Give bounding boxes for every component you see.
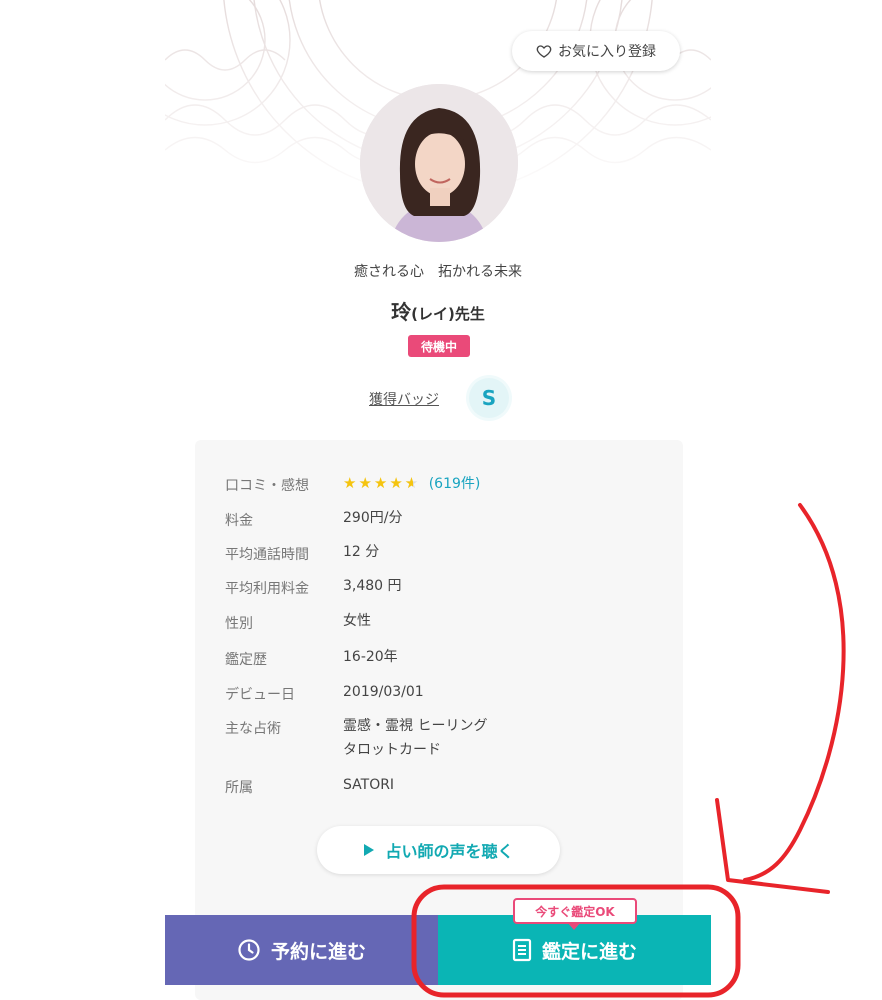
reserve-button[interactable]: 予約に進む bbox=[165, 915, 438, 985]
detail-value: SATORI bbox=[343, 777, 395, 793]
name-reading: (レイ)先生 bbox=[411, 305, 485, 323]
fortune-teller-photo[interactable] bbox=[360, 84, 518, 242]
status-badge: 待機中 bbox=[408, 335, 470, 357]
fortune-teller-name: 玲(レイ)先生 bbox=[165, 296, 711, 325]
detail-label: 性別 bbox=[225, 616, 253, 632]
heart-outline-icon bbox=[536, 45, 552, 58]
portrait-image bbox=[360, 84, 518, 242]
clock-icon bbox=[238, 939, 260, 961]
detail-label: 口コミ・感想 bbox=[225, 478, 309, 494]
listen-voice-button[interactable]: 占い師の声を聴く bbox=[317, 826, 560, 874]
profile-screen: お気に入り登録 癒される心 拓かれる未来 玲(レイ)先生 待機中 獲得バッジ S… bbox=[165, 0, 711, 1000]
rating-stars-icon: ★★★★★★ bbox=[343, 474, 421, 492]
detail-value-2: タロットカード bbox=[343, 742, 441, 758]
detail-value: 12 分 bbox=[343, 544, 380, 560]
detail-label: 平均通話時間 bbox=[225, 547, 309, 563]
catchphrase: 癒される心 拓かれる未来 bbox=[354, 264, 522, 280]
reserve-label: 予約に進む bbox=[270, 940, 366, 963]
detail-label: 料金 bbox=[225, 513, 253, 529]
consult-label: 鑑定に進む bbox=[541, 940, 637, 963]
favorite-label: お気に入り登録 bbox=[558, 44, 656, 60]
name-main: 玲 bbox=[391, 300, 412, 324]
detail-label: 所属 bbox=[225, 780, 253, 796]
detail-label: 平均利用料金 bbox=[225, 581, 309, 597]
available-now-tag: 今すぐ鑑定OK bbox=[513, 898, 637, 924]
detail-label: デビュー日 bbox=[225, 687, 295, 703]
badges-link[interactable]: 獲得バッジ bbox=[369, 389, 439, 409]
document-icon bbox=[512, 938, 532, 962]
detail-value: 2019/03/01 bbox=[343, 684, 424, 700]
favorite-button[interactable]: お気に入り登録 bbox=[512, 31, 680, 71]
detail-label: 主な占術 bbox=[225, 721, 281, 737]
review-count[interactable]: (619件) bbox=[429, 476, 481, 492]
detail-value: 290円/分 bbox=[343, 510, 403, 526]
annotation-arrowhead bbox=[715, 798, 830, 894]
listen-voice-label: 占い師の声を聴く bbox=[385, 842, 514, 861]
detail-value: 女性 bbox=[343, 613, 371, 629]
play-icon bbox=[364, 844, 375, 856]
detail-value: 3,480 円 bbox=[343, 578, 402, 594]
detail-label: 鑑定歴 bbox=[225, 652, 267, 668]
detail-value: 霊感・霊視 ヒーリング bbox=[343, 718, 488, 734]
annotation-arrow bbox=[743, 503, 846, 882]
detail-value: 16-20年 bbox=[343, 649, 398, 665]
badge-s-icon[interactable]: S bbox=[469, 378, 509, 418]
